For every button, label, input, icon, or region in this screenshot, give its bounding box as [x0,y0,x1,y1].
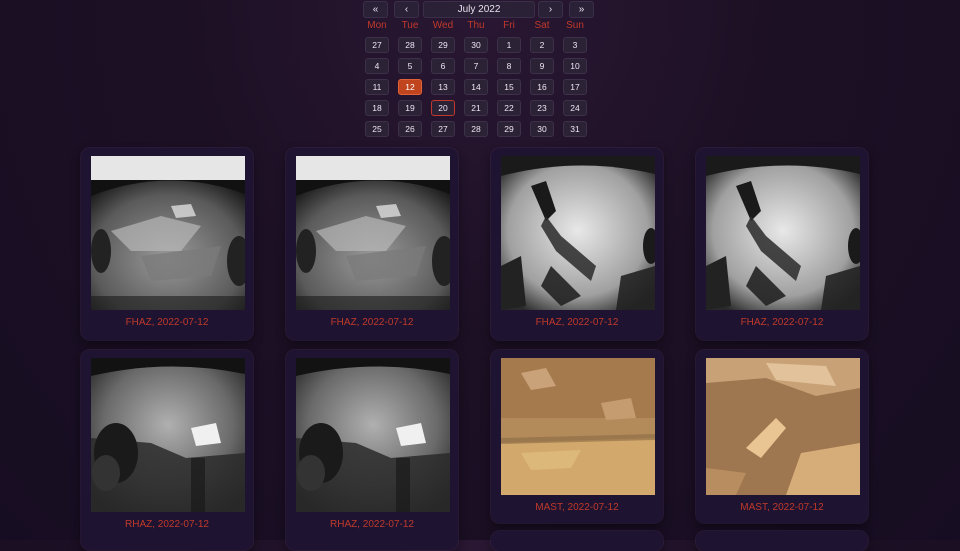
calendar-day[interactable]: 11 [365,79,389,95]
weekday-label: Tue [401,20,419,31]
photo-card[interactable] [696,531,868,551]
weekday-label: Thu [467,20,485,31]
photo-card[interactable]: FHAZ, 2022-07-12 [696,148,868,340]
next-year-button[interactable]: » [569,1,594,18]
calendar-day[interactable]: 27 [365,37,389,53]
calendar-day[interactable]: 18 [365,100,389,116]
calendar-day[interactable]: 16 [530,79,554,95]
photo-card[interactable] [491,531,663,551]
calendar-day[interactable]: 23 [530,100,554,116]
calendar-day[interactable]: 3 [563,37,587,53]
photo-card[interactable]: FHAZ, 2022-07-12 [491,148,663,340]
calendar-day[interactable]: 12 [398,79,422,95]
weekday-label: Wed [432,20,454,31]
calendar-day[interactable]: 1 [497,37,521,53]
prev-year-button[interactable]: « [363,1,388,18]
rover-photo[interactable] [296,358,450,512]
photo-caption: RHAZ, 2022-07-12 [125,519,209,530]
photo-card[interactable]: RHAZ, 2022-07-12 [81,350,253,550]
calendar-day[interactable]: 22 [497,100,521,116]
photo-caption: FHAZ, 2022-07-12 [125,317,209,328]
calendar-day[interactable]: 26 [398,121,422,137]
next-month-button[interactable]: › [538,1,563,18]
rover-photo[interactable] [706,156,860,310]
calendar-day[interactable]: 29 [497,121,521,137]
calendar-day[interactable]: 7 [464,58,488,74]
calendar-day[interactable]: 6 [431,58,455,74]
photo-caption: FHAZ, 2022-07-12 [740,317,824,328]
photo-card[interactable]: FHAZ, 2022-07-12 [81,148,253,340]
weekday-label: Sat [534,20,550,31]
photo-caption: FHAZ, 2022-07-12 [330,317,414,328]
calendar-day[interactable]: 30 [530,121,554,137]
photo-card[interactable]: FHAZ, 2022-07-12 [286,148,458,340]
photo-card[interactable]: RHAZ, 2022-07-12 [286,350,458,550]
weekday-label: Fri [503,20,515,31]
calendar-day[interactable]: 10 [563,58,587,74]
photo-card[interactable]: MAST, 2022-07-12 [491,350,663,523]
calendar-day[interactable]: 31 [563,121,587,137]
rover-photo[interactable] [91,358,245,512]
rover-photo[interactable] [706,358,860,495]
calendar-day[interactable]: 27 [431,121,455,137]
calendar-day[interactable]: 5 [398,58,422,74]
weekday-label: Sun [566,20,584,31]
rover-photo[interactable] [501,156,655,310]
calendar-grid: 27 28 29 30 1 2 3 4 5 6 7 8 9 10 11 12 13 14 15 16 17 18 19 20 2… [362,33,594,138]
weekday-label: Mon [367,20,387,31]
calendar-day[interactable]: 2 [530,37,554,53]
calendar-day[interactable]: 9 [530,58,554,74]
calendar-day[interactable]: 17 [563,79,587,95]
calendar-day[interactable]: 19 [398,100,422,116]
date-picker: « ‹ July 2022 › » Mon Tue Wed Thu Fri Sa… [362,0,594,138]
calendar-day[interactable]: 14 [464,79,488,95]
calendar-day[interactable]: 29 [431,37,455,53]
photo-caption: MAST, 2022-07-12 [740,502,824,513]
calendar-day[interactable]: 15 [497,79,521,95]
calendar-day[interactable]: 28 [398,37,422,53]
month-label[interactable]: July 2022 [423,1,535,18]
rover-photo[interactable] [501,358,655,495]
photo-card[interactable]: MAST, 2022-07-12 [696,350,868,523]
rover-photo[interactable] [91,156,245,310]
calendar-day[interactable]: 28 [464,121,488,137]
photo-caption: FHAZ, 2022-07-12 [535,317,619,328]
calendar-day[interactable]: 13 [431,79,455,95]
calendar-day[interactable]: 25 [365,121,389,137]
calendar-day[interactable]: 30 [464,37,488,53]
rover-photo[interactable] [296,156,450,310]
photo-caption: MAST, 2022-07-12 [535,502,619,513]
calendar-day[interactable]: 8 [497,58,521,74]
weekday-row: Mon Tue Wed Thu Fri Sat Sun [362,19,594,33]
calendar-day[interactable]: 20 [431,100,455,116]
calendar-day[interactable]: 4 [365,58,389,74]
calendar-day[interactable]: 21 [464,100,488,116]
photo-caption: RHAZ, 2022-07-12 [330,519,414,530]
calendar-header: « ‹ July 2022 › » [362,0,594,18]
calendar-day[interactable]: 24 [563,100,587,116]
prev-month-button[interactable]: ‹ [394,1,419,18]
